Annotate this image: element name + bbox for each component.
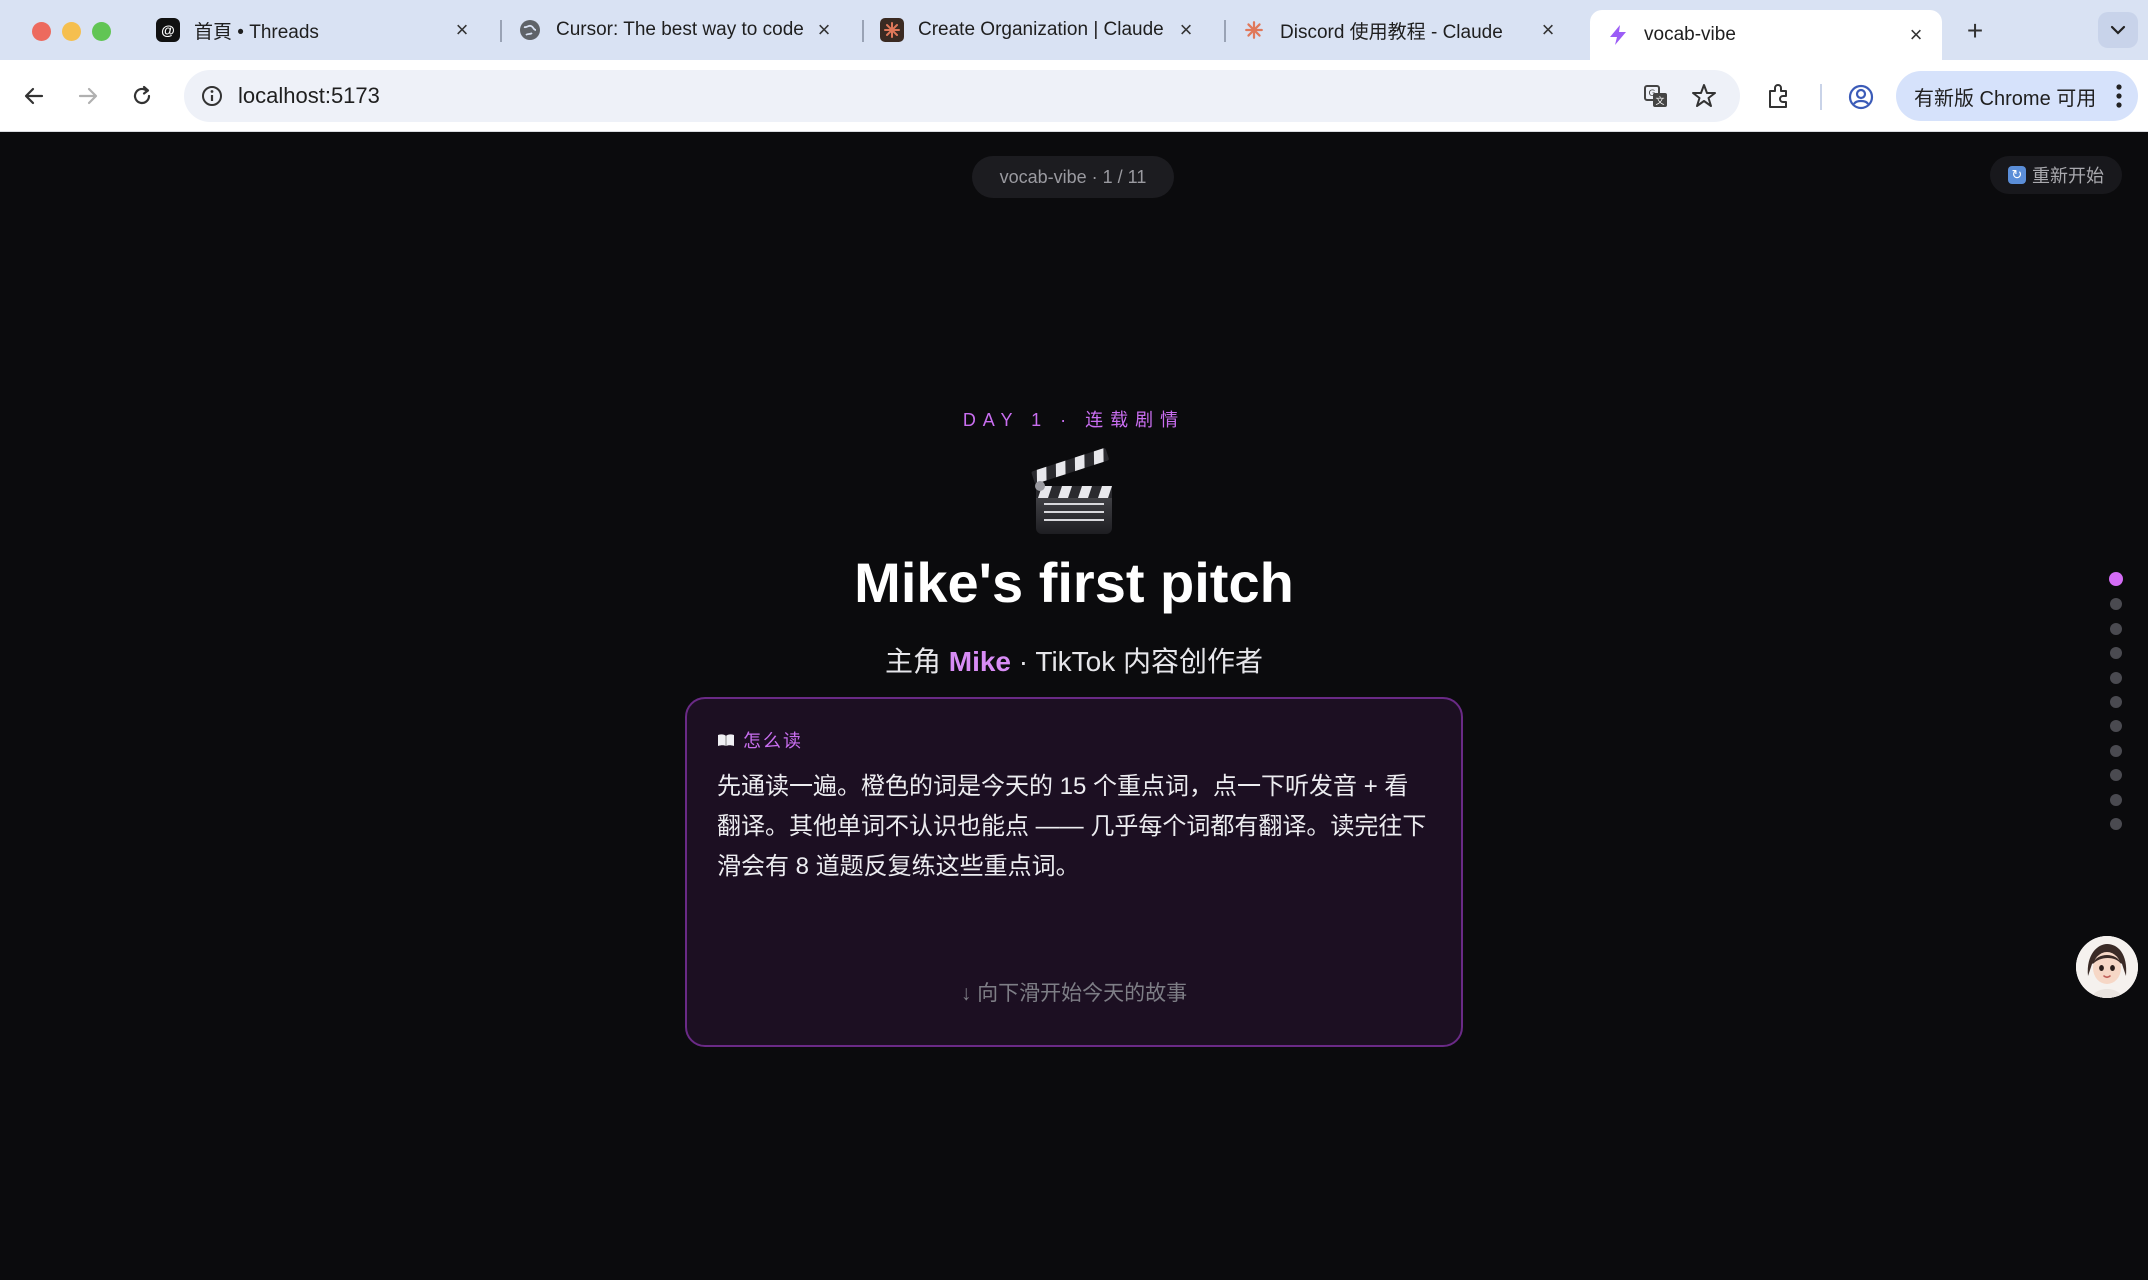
app-viewport: vocab-vibe · 1 / 11 ↻ 重新开始 DAY 1 · 连载剧情 … [0, 132, 2148, 1280]
section-dot[interactable] [2110, 622, 2122, 635]
vite-icon [1606, 23, 1630, 47]
claude-icon [1242, 18, 1266, 42]
tab-strip: @ 首頁 • Threads × Cursor: The best way to… [0, 0, 2148, 60]
how-to-read-text: 先通读一遍。橙色的词是今天的 15 个重点词，点一下听发音 + 看翻译。其他单词… [717, 773, 1427, 880]
tab-threads[interactable]: @ 首頁 • Threads × [140, 9, 488, 51]
close-icon[interactable]: × [1904, 22, 1928, 47]
close-icon[interactable]: × [812, 17, 836, 42]
threads-icon: @ [156, 18, 180, 42]
svg-text:文: 文 [1655, 95, 1664, 107]
day-eyebrow: DAY 1 · 连载剧情 [962, 410, 1186, 430]
close-icon[interactable]: × [1536, 17, 1560, 42]
close-icon[interactable]: × [1174, 17, 1198, 42]
arrow-right-icon [78, 87, 98, 105]
globe-icon [518, 18, 542, 42]
progress-indicator: vocab-vibe · 1 / 11 [972, 156, 1174, 198]
more-vert-icon [2116, 84, 2122, 108]
url-text: localhost:5173 [238, 83, 380, 108]
tab-title: Discord 使用教程 - Claude [1280, 21, 1503, 43]
restart-button[interactable]: ↻ 重新开始 [1990, 156, 2122, 194]
extensions-icon[interactable] [1764, 82, 1794, 112]
how-to-read-heading: 怎么读 [717, 727, 1431, 753]
tab-vocab-vibe[interactable]: vocab-vibe × [1590, 10, 1942, 60]
translate-icon[interactable]: 文G [1642, 82, 1670, 110]
restart-icon: ↻ [2008, 166, 2026, 184]
section-dot[interactable] [2110, 598, 2122, 611]
tab-search-button[interactable] [2098, 12, 2138, 48]
assistant-avatar[interactable] [2076, 936, 2138, 998]
section-dot[interactable] [2110, 647, 2122, 660]
address-bar[interactable]: localhost:5173 文G [184, 70, 1740, 122]
section-dot[interactable] [2110, 720, 2122, 733]
new-tab-button[interactable]: + [1958, 14, 1992, 48]
maximize-window-button[interactable] [92, 22, 111, 41]
clapperboard-icon [1031, 448, 1112, 534]
tab-title: Cursor: The best way to code [556, 19, 804, 40]
chrome-update-button[interactable]: 有新版 Chrome 可用 [1896, 71, 2138, 121]
tab-discord-tutorial[interactable]: Discord 使用教程 - Claude × [1226, 9, 1574, 51]
toolbar-divider [1820, 84, 1822, 110]
back-button[interactable] [16, 78, 52, 114]
section-dot[interactable] [2109, 572, 2123, 586]
protagonist-name: Mike [948, 646, 1011, 677]
close-icon[interactable]: × [450, 17, 474, 42]
profile-icon[interactable] [1846, 82, 1876, 112]
tab-create-organization[interactable]: Create Organization | Claude × [864, 9, 1212, 51]
subtitle-prefix: 主角 [884, 646, 941, 677]
open-book-icon [718, 734, 734, 746]
claude-icon [880, 18, 904, 42]
section-dot[interactable] [2110, 671, 2122, 684]
site-info-icon[interactable] [200, 84, 224, 108]
tab-cursor[interactable]: Cursor: The best way to code × [502, 9, 850, 51]
chevron-down-icon [2110, 25, 2126, 35]
tab-title: 首頁 • Threads [194, 21, 319, 43]
reload-button[interactable] [124, 78, 160, 114]
bookmark-star-icon[interactable] [1690, 82, 1718, 110]
story-title: Mike's first pitch [854, 551, 1294, 614]
section-dots-nav [2109, 572, 2124, 842]
tab-title: vocab-vibe [1644, 24, 1736, 45]
how-to-read-label: 怎么读 [743, 731, 803, 751]
close-window-button[interactable] [32, 22, 51, 41]
section-dot[interactable] [2110, 817, 2122, 830]
update-label: 有新版 Chrome 可用 [1914, 87, 2097, 110]
tab-title: Create Organization | Claude [918, 19, 1164, 40]
browser-toolbar: localhost:5173 文G 有新版 Chrome 可用 [0, 60, 2148, 132]
reload-icon [133, 85, 151, 105]
story-subtitle: 主角 Mike · TikTok 内容创作者 [0, 640, 2148, 680]
section-dot[interactable] [2110, 744, 2122, 757]
arrow-left-icon [24, 87, 44, 105]
section-dot[interactable] [2110, 769, 2122, 782]
restart-label: 重新开始 [2032, 166, 2104, 186]
svg-text:G: G [1649, 89, 1656, 99]
section-dot[interactable] [2110, 695, 2122, 708]
forward-button[interactable] [70, 78, 106, 114]
section-dot[interactable] [2110, 793, 2122, 806]
scroll-hint[interactable]: ↓ 向下滑开始今天的故事 [0, 977, 2148, 1007]
subtitle-suffix: · TikTok 内容创作者 [1018, 646, 1264, 677]
minimize-window-button[interactable] [62, 22, 81, 41]
